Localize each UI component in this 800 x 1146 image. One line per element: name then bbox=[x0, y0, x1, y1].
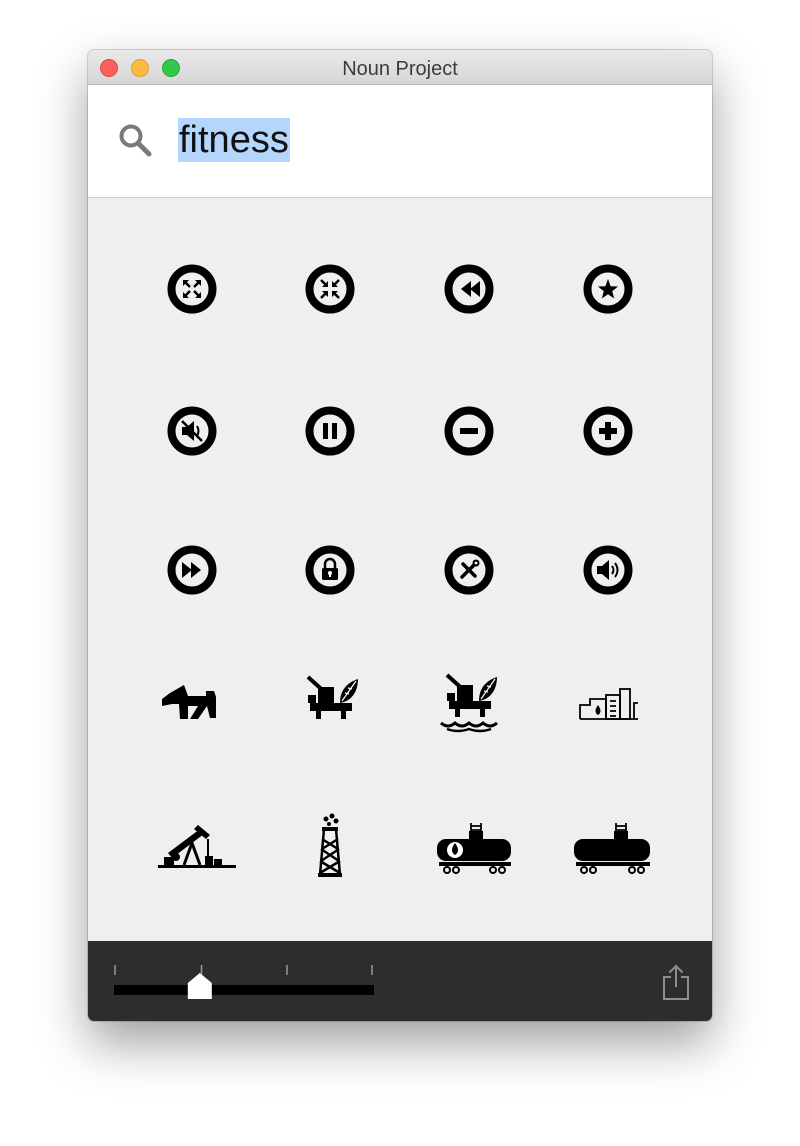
tank-car-icon bbox=[574, 823, 650, 874]
icon-cell[interactable] bbox=[282, 805, 378, 901]
lock-circle-icon bbox=[305, 545, 355, 595]
pumpjack-icon bbox=[158, 825, 236, 868]
icon-cell[interactable] bbox=[560, 522, 656, 618]
slider-thumb bbox=[187, 973, 212, 999]
mute-circle-icon bbox=[167, 406, 217, 456]
icon-cell[interactable] bbox=[144, 383, 240, 479]
minus-circle-icon bbox=[444, 406, 494, 456]
icon-cell[interactable] bbox=[282, 522, 378, 618]
size-slider[interactable] bbox=[114, 965, 374, 1005]
icon-cell[interactable] bbox=[144, 805, 240, 901]
app-window: Noun Project fitness bbox=[88, 50, 712, 1021]
icon-cell[interactable] bbox=[560, 241, 656, 337]
icon-cell[interactable] bbox=[282, 383, 378, 479]
icon-cell[interactable] bbox=[560, 383, 656, 479]
icon-cell[interactable] bbox=[421, 522, 517, 618]
oil-rig-icon bbox=[306, 675, 358, 719]
fuel-tank-car-icon bbox=[437, 823, 511, 874]
icon-cell[interactable] bbox=[421, 805, 517, 901]
icon-cell[interactable] bbox=[421, 383, 517, 479]
offshore-oil-rig-icon bbox=[440, 673, 498, 733]
tools-circle-icon bbox=[444, 545, 494, 595]
oil-refinery-icon bbox=[579, 688, 638, 720]
fast-forward-circle-icon bbox=[167, 545, 217, 595]
volume-circle-icon bbox=[583, 545, 633, 595]
icon-cell[interactable] bbox=[421, 661, 517, 757]
collapse-circle-icon bbox=[305, 264, 355, 314]
icon-cell[interactable] bbox=[144, 241, 240, 337]
footer-bar bbox=[88, 941, 712, 1021]
expand-circle-icon bbox=[167, 264, 217, 314]
rewind-circle-icon bbox=[444, 264, 494, 314]
search-icon bbox=[119, 124, 152, 157]
search-input[interactable]: fitness bbox=[178, 118, 290, 162]
star-circle-icon bbox=[583, 264, 633, 314]
share-icon[interactable] bbox=[660, 963, 692, 1001]
plus-circle-icon bbox=[583, 406, 633, 456]
title-bar[interactable]: Noun Project bbox=[88, 50, 712, 85]
icon-cell[interactable] bbox=[144, 661, 240, 757]
slider-track bbox=[114, 985, 374, 995]
icon-cell[interactable] bbox=[421, 241, 517, 337]
icon-cell[interactable] bbox=[560, 805, 656, 901]
icon-grid bbox=[88, 198, 712, 941]
dog-icon bbox=[162, 685, 216, 719]
search-bar[interactable]: fitness bbox=[88, 85, 712, 198]
icon-cell[interactable] bbox=[282, 661, 378, 757]
window-title: Noun Project bbox=[342, 58, 458, 80]
icon-cell[interactable] bbox=[144, 522, 240, 618]
pause-circle-icon bbox=[305, 406, 355, 456]
oil-derrick-icon bbox=[318, 813, 342, 877]
icon-cell[interactable] bbox=[282, 241, 378, 337]
icon-cell[interactable] bbox=[560, 661, 656, 757]
